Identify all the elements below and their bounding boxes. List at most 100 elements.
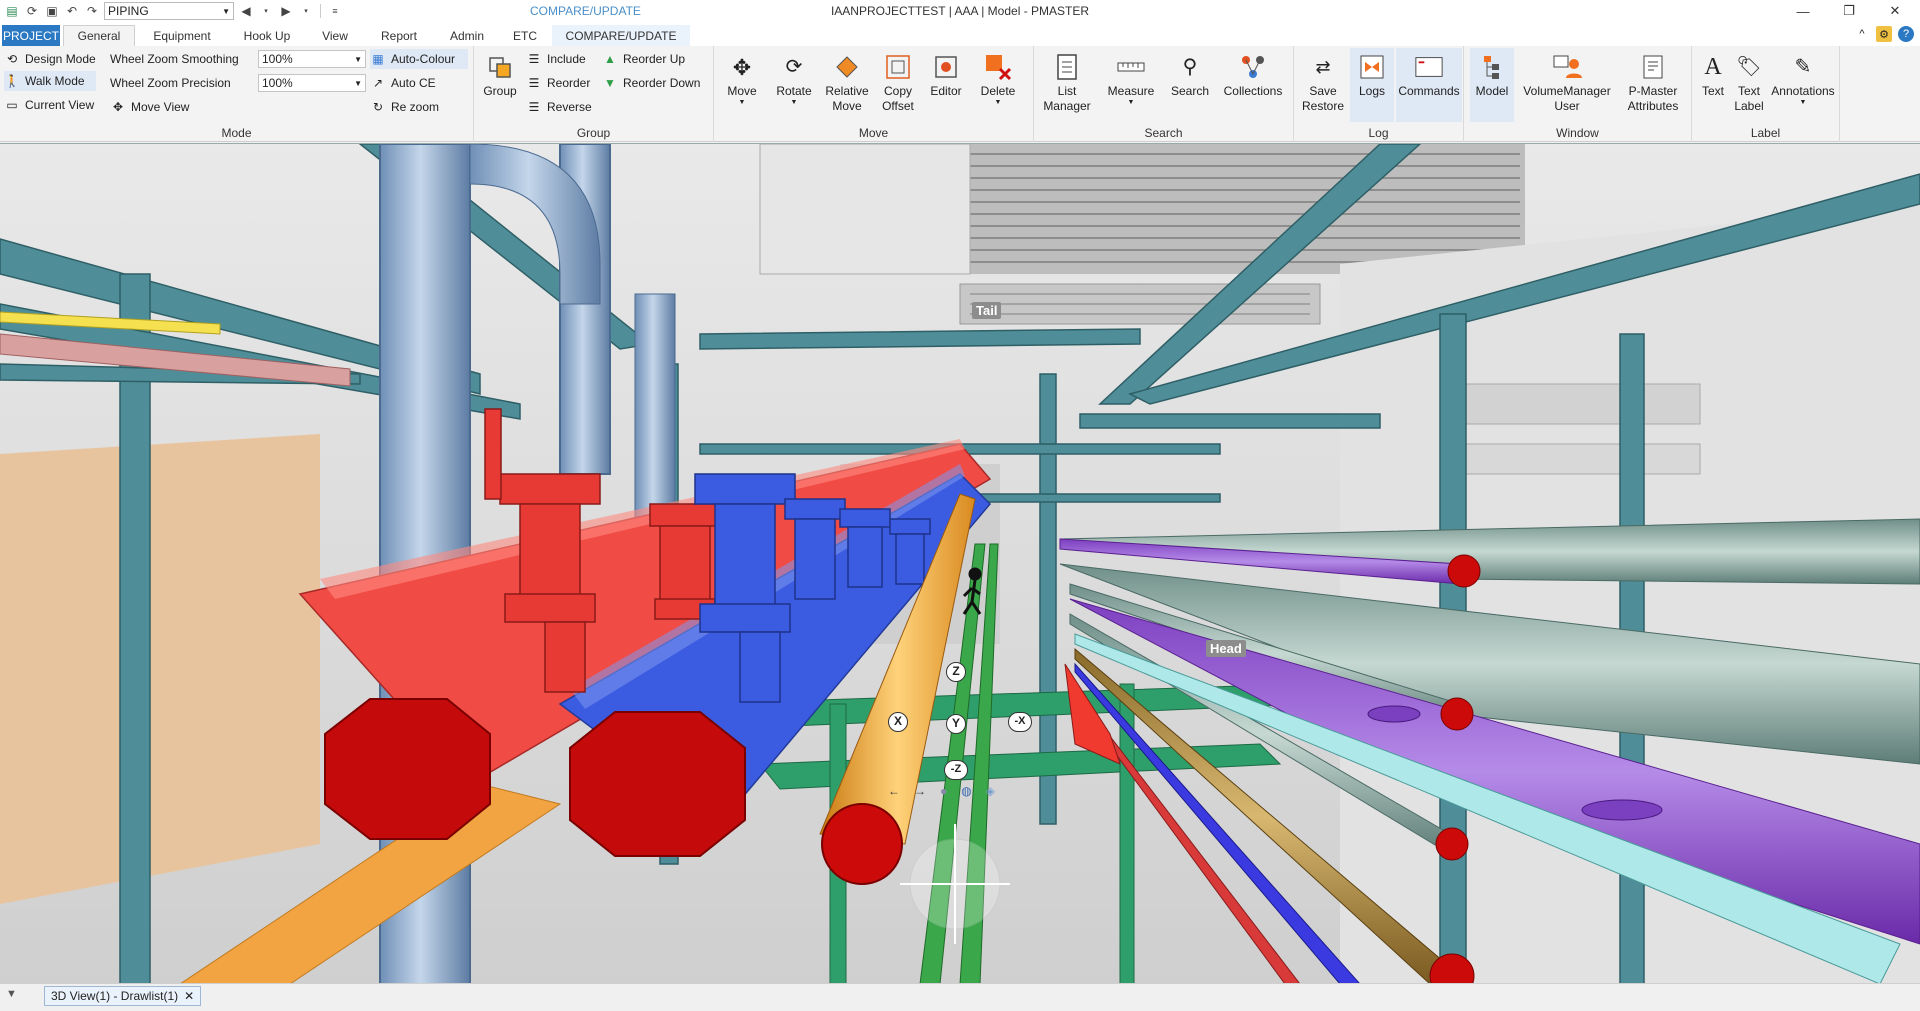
- save-restore-button[interactable]: ⇄ Save Restore: [1298, 48, 1348, 122]
- axis-neg-x-label[interactable]: -X: [1008, 712, 1032, 732]
- auto-ce-button[interactable]: ↗ Auto CE: [370, 73, 436, 93]
- 3d-viewport[interactable]: Z -Z X -X Y ← → ● ◍ ◈ Tail Head: [0, 143, 1920, 983]
- nav-arrows[interactable]: ← → ● ◍ ◈: [888, 784, 995, 798]
- list-manager-label: List Manager: [1043, 84, 1091, 113]
- dropdown-small-icon[interactable]: ▾: [258, 3, 274, 19]
- rotate-icon: ⟳: [785, 55, 803, 78]
- current-view-icon: ▭: [6, 98, 18, 112]
- redo-icon[interactable]: ↷: [84, 3, 100, 19]
- current-view-button[interactable]: ▭ Current View: [4, 95, 104, 115]
- walk-icon: 🚶: [4, 74, 20, 88]
- axis-z-label[interactable]: Z: [946, 662, 966, 682]
- wheel-zoom-smoothing-label: Wheel Zoom Smoothing: [110, 52, 239, 66]
- forward-icon[interactable]: ▶: [278, 3, 294, 19]
- commands-button[interactable]: Commands: [1396, 48, 1462, 122]
- tab-view[interactable]: View: [310, 25, 360, 46]
- save-restore-label: Save Restore: [1301, 84, 1345, 113]
- tab-etc[interactable]: ETC: [502, 25, 548, 46]
- reverse-button[interactable]: ☰ Reverse: [526, 97, 592, 117]
- group-window: Model VolumeManager User P-Master Attrib…: [1464, 46, 1692, 142]
- group-button[interactable]: Group: [480, 48, 520, 122]
- delete-button[interactable]: Delete ▼: [974, 48, 1022, 122]
- move-button[interactable]: ✥ Move ▼: [720, 48, 764, 122]
- tab-equipment[interactable]: Equipment: [140, 25, 224, 46]
- discipline-combo[interactable]: PIPING ▼: [104, 2, 234, 20]
- arrow-left-icon[interactable]: ←: [888, 784, 900, 798]
- chevron-down-icon: ▼: [222, 6, 230, 16]
- editor-icon: [931, 52, 961, 82]
- minimize-button[interactable]: —: [1780, 0, 1826, 22]
- group-label-group: Group: [576, 126, 611, 140]
- customize-toolbar-icon[interactable]: ≡: [327, 3, 343, 19]
- document-tab-bar: ▼ 3D View(1) - Drawlist(1) ✕: [0, 983, 1920, 1011]
- close-button[interactable]: ✕: [1872, 0, 1918, 22]
- save-icon[interactable]: ▣: [44, 3, 60, 19]
- axis-neg-z-label[interactable]: -Z: [944, 760, 968, 780]
- logs-button[interactable]: Logs: [1350, 48, 1394, 122]
- walk-mode-label: Walk Mode: [25, 74, 85, 88]
- axis-y-label[interactable]: Y: [946, 714, 966, 734]
- search-button[interactable]: ⚲ Search: [1166, 48, 1214, 122]
- text-button[interactable]: A Text: [1696, 48, 1730, 122]
- auto-colour-button[interactable]: ▦ Auto-Colour: [370, 49, 468, 69]
- restore-button[interactable]: ❐: [1826, 0, 1872, 22]
- collapse-ribbon-icon[interactable]: ^: [1854, 26, 1870, 42]
- tab-project[interactable]: PROJECT: [2, 25, 60, 46]
- document-tab-3d-view[interactable]: 3D View(1) - Drawlist(1) ✕: [44, 986, 202, 1006]
- reverse-label: Reverse: [547, 100, 592, 114]
- measure-button[interactable]: Measure ▼: [1102, 48, 1160, 122]
- arrow-down-icon: ▼: [604, 76, 616, 90]
- rotate-label: Rotate: [776, 84, 812, 98]
- back-icon[interactable]: ◀: [238, 3, 254, 19]
- dot-icon[interactable]: ●: [940, 784, 947, 798]
- annotations-button[interactable]: ✎ Annotations ▼: [1770, 48, 1836, 122]
- relative-move-button[interactable]: Relative Move: [822, 48, 872, 122]
- dropdown-small-icon[interactable]: ▾: [298, 3, 314, 19]
- model-button[interactable]: Model: [1470, 48, 1514, 122]
- group-search: List Manager Measure ▼ ⚲ Search Collecti…: [1034, 46, 1294, 142]
- re-zoom-button[interactable]: ↻ Re zoom: [370, 97, 439, 117]
- tab-report[interactable]: Report: [366, 25, 432, 46]
- reorder-up-button[interactable]: ▲ Reorder Up: [602, 49, 685, 69]
- globe-icon[interactable]: ◍: [961, 784, 971, 798]
- reorder-button[interactable]: ☰ Reorder: [526, 73, 591, 93]
- delete-icon: [983, 52, 1013, 82]
- volume-manager-icon: [1552, 52, 1582, 82]
- help-icon[interactable]: ?: [1898, 26, 1914, 42]
- volume-manager-button[interactable]: VolumeManager User: [1522, 48, 1612, 122]
- collections-button[interactable]: Collections: [1218, 48, 1288, 122]
- rezoom-icon: ↻: [372, 100, 384, 114]
- tab-general[interactable]: General: [63, 25, 135, 46]
- close-icon[interactable]: ✕: [184, 989, 194, 1003]
- app-icon: ▤: [6, 4, 18, 18]
- pmaster-attributes-button[interactable]: P-Master Attributes: [1618, 48, 1688, 122]
- tab-compare-update[interactable]: COMPARE/UPDATE: [552, 25, 690, 46]
- group-label-mode: Mode: [221, 126, 252, 140]
- undo-icon[interactable]: ↶: [64, 3, 80, 19]
- measure-label: Measure: [1107, 84, 1155, 98]
- move-view-button[interactable]: ✥ Move View: [110, 97, 190, 117]
- axis-x-label[interactable]: X: [888, 712, 908, 732]
- tab-hookup[interactable]: Hook Up: [228, 25, 306, 46]
- include-button[interactable]: ☰ Include: [526, 49, 586, 69]
- settings-icon[interactable]: ⚙: [1876, 26, 1892, 42]
- text-label-button[interactable]: 🏷 Text Label: [1732, 48, 1766, 122]
- list-manager-button[interactable]: List Manager: [1040, 48, 1094, 122]
- tab-list-chevron-icon[interactable]: ▼: [6, 988, 17, 1000]
- walk-mode-button[interactable]: 🚶 Walk Mode: [4, 71, 96, 91]
- tab-admin[interactable]: Admin: [438, 25, 496, 46]
- text-icon: A: [1704, 53, 1722, 80]
- wheel-precision-combo[interactable]: 100% ▼: [258, 74, 366, 92]
- list-icon: ☰: [528, 76, 540, 90]
- cube-icon[interactable]: ◈: [986, 784, 995, 798]
- auto-ce-label: Auto CE: [391, 76, 436, 90]
- rotate-button[interactable]: ⟳ Rotate ▼: [772, 48, 816, 122]
- refresh-icon[interactable]: ⟳: [24, 3, 40, 19]
- wheel-smoothing-combo[interactable]: 100% ▼: [258, 50, 366, 68]
- reorder-down-button[interactable]: ▼ Reorder Down: [602, 73, 700, 93]
- design-mode-button[interactable]: ⟲ Design Mode: [4, 49, 104, 69]
- piping-model-scene[interactable]: [0, 144, 1920, 983]
- editor-button[interactable]: Editor: [924, 48, 968, 122]
- arrow-right-icon[interactable]: →: [914, 784, 926, 798]
- copy-offset-button[interactable]: Copy Offset: [876, 48, 920, 122]
